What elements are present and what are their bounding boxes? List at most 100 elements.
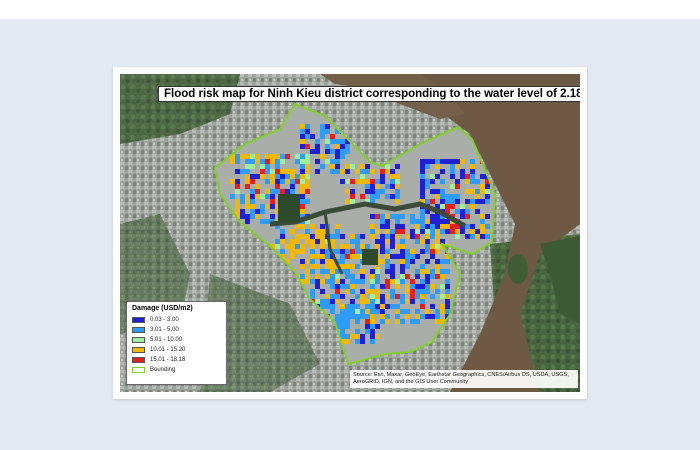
map-card: Flood risk map for Ninh Kieu district co… <box>113 67 587 399</box>
flood-cell <box>245 179 250 184</box>
flood-cell <box>455 159 460 164</box>
flood-cell <box>435 319 440 324</box>
flood-cell <box>445 269 450 274</box>
flood-cell <box>300 179 305 184</box>
flood-cell <box>235 159 240 164</box>
flood-cell <box>375 279 380 284</box>
flood-cell <box>420 174 425 179</box>
flood-cell <box>430 294 435 299</box>
flood-cell <box>395 234 400 239</box>
flood-cell <box>345 249 350 254</box>
flood-cell <box>345 304 350 309</box>
flood-cell <box>270 199 275 204</box>
flood-cell <box>470 234 475 239</box>
flood-risk-map[interactable]: Flood risk map for Ninh Kieu district co… <box>120 74 580 392</box>
flood-cell <box>480 224 485 229</box>
legend-swatch <box>132 357 145 363</box>
flood-cell <box>345 244 350 249</box>
flood-cell <box>310 249 315 254</box>
flood-cell <box>305 124 310 129</box>
flood-cell <box>435 269 440 274</box>
flood-cell <box>420 224 425 229</box>
flood-cell <box>380 309 385 314</box>
flood-cell <box>265 194 270 199</box>
legend-label: 3.01 - 5.00 <box>150 327 179 333</box>
flood-cell <box>310 264 315 269</box>
flood-cell <box>425 239 430 244</box>
flood-cell <box>260 164 265 169</box>
flood-cell <box>440 224 445 229</box>
flood-cell <box>425 289 430 294</box>
flood-cell <box>470 199 475 204</box>
flood-cell <box>465 234 470 239</box>
flood-cell <box>250 194 255 199</box>
flood-cell <box>260 174 265 179</box>
flood-cell <box>360 234 365 239</box>
flood-cell <box>480 199 485 204</box>
flood-cell <box>310 239 315 244</box>
flood-cell <box>450 164 455 169</box>
flood-cell <box>270 214 275 219</box>
flood-cell <box>420 179 425 184</box>
flood-cell <box>285 244 290 249</box>
flood-cell <box>240 199 245 204</box>
flood-cell <box>390 294 395 299</box>
flood-cell <box>335 314 340 319</box>
flood-cell <box>340 304 345 309</box>
flood-cell <box>440 179 445 184</box>
flood-cell <box>410 284 415 289</box>
flood-cell <box>440 309 445 314</box>
flood-cell <box>340 169 345 174</box>
flood-cell <box>435 174 440 179</box>
flood-cell <box>300 264 305 269</box>
flood-cell <box>275 159 280 164</box>
flood-cell <box>335 164 340 169</box>
flood-cell <box>450 159 455 164</box>
flood-cell <box>340 279 345 284</box>
flood-cell <box>250 179 255 184</box>
flood-cell <box>230 159 235 164</box>
flood-cell <box>420 184 425 189</box>
flood-cell <box>305 134 310 139</box>
flood-cell <box>485 214 490 219</box>
flood-cell <box>235 209 240 214</box>
flood-cell <box>300 184 305 189</box>
flood-cell <box>395 174 400 179</box>
flood-cell <box>405 274 410 279</box>
flood-cell <box>430 244 435 249</box>
flood-cell <box>305 154 310 159</box>
flood-cell <box>485 224 490 229</box>
flood-cell <box>300 209 305 214</box>
flood-cell <box>300 124 305 129</box>
flood-cell <box>315 169 320 174</box>
flood-cell <box>440 199 445 204</box>
legend-title: Damage (USD/m2) <box>132 305 193 312</box>
flood-cell <box>420 294 425 299</box>
flood-cell <box>380 294 385 299</box>
flood-cell <box>470 189 475 194</box>
flood-cell <box>390 264 395 269</box>
flood-cell <box>305 229 310 234</box>
flood-cell <box>330 309 335 314</box>
flood-cell <box>400 269 405 274</box>
flood-cell <box>400 239 405 244</box>
flood-cell <box>375 324 380 329</box>
flood-cell <box>370 234 375 239</box>
flood-cell <box>260 204 265 209</box>
flood-cell <box>435 189 440 194</box>
flood-cell <box>460 174 465 179</box>
flood-cell <box>240 169 245 174</box>
flood-cell <box>420 304 425 309</box>
flood-cell <box>305 274 310 279</box>
flood-cell <box>395 189 400 194</box>
flood-cell <box>315 229 320 234</box>
flood-cell <box>400 249 405 254</box>
flood-cell <box>335 154 340 159</box>
flood-cell <box>255 214 260 219</box>
flood-cell <box>370 289 375 294</box>
flood-cell <box>440 204 445 209</box>
flood-cell <box>400 259 405 264</box>
flood-cell <box>445 259 450 264</box>
legend-swatch <box>132 327 145 333</box>
flood-cell <box>365 324 370 329</box>
